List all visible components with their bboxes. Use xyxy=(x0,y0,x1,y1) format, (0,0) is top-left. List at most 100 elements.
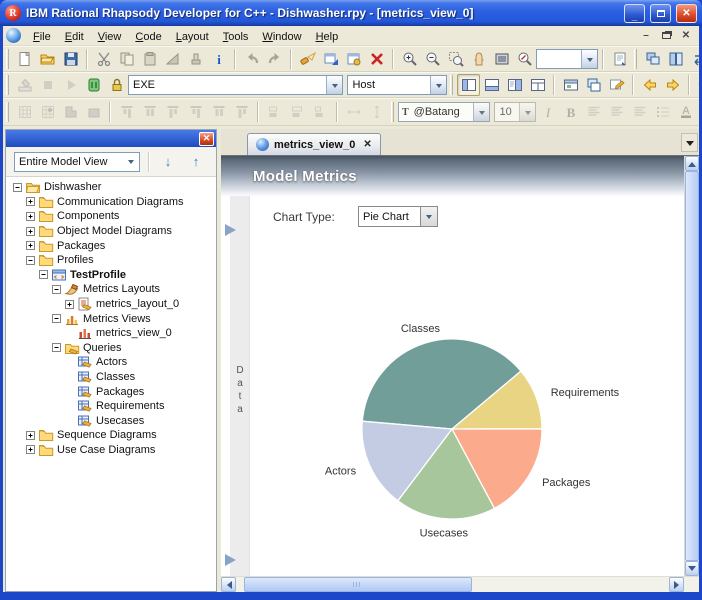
report-tool-button[interactable] xyxy=(342,48,365,70)
active-diagram-button[interactable] xyxy=(582,74,605,96)
make-target-button[interactable] xyxy=(82,74,105,96)
features-window-button[interactable] xyxy=(503,74,526,96)
font-size-combo-dropdown-button[interactable] xyxy=(519,103,536,121)
redo-button[interactable] xyxy=(263,48,286,70)
move-down-button[interactable]: ↓ xyxy=(158,152,178,172)
reroute-line-button[interactable] xyxy=(161,48,184,70)
toolbar-grip[interactable] xyxy=(634,49,637,69)
tree-item-sequence-diagrams[interactable]: Sequence Diagrams xyxy=(9,428,216,443)
lock-model-button[interactable] xyxy=(105,74,128,96)
fit-to-window-button[interactable] xyxy=(490,48,513,70)
expand-icon[interactable] xyxy=(26,430,35,440)
move-up-button[interactable]: ↑ xyxy=(186,152,206,172)
toolbar-grip[interactable] xyxy=(6,75,9,95)
mdi-minimize-button[interactable]: – xyxy=(637,28,655,43)
pan-hand-button[interactable] xyxy=(467,48,490,70)
menu-code[interactable]: Code xyxy=(128,29,168,45)
tree-item-packages[interactable]: Packages xyxy=(9,384,216,399)
forward-nav-button[interactable] xyxy=(661,74,684,96)
window-minimize-button[interactable]: _ xyxy=(624,3,645,23)
chart-type-combo[interactable]: Pie Chart xyxy=(358,206,438,227)
tree-item-metrics-layout-0[interactable]: metrics_layout_0 xyxy=(9,297,216,312)
output-window-button[interactable] xyxy=(480,74,503,96)
undo-button[interactable] xyxy=(240,48,263,70)
menu-edit[interactable]: Edit xyxy=(58,29,91,45)
search-flashlight-button[interactable] xyxy=(296,48,319,70)
menu-help[interactable]: Help xyxy=(309,29,346,45)
browser-toggle-button[interactable] xyxy=(457,74,481,96)
tab-metrics-view-0[interactable]: metrics_view_0 ✕ xyxy=(247,133,381,155)
expand-icon[interactable] xyxy=(26,241,35,251)
delete-from-model-button[interactable] xyxy=(365,48,388,70)
tree-item-actors[interactable]: Actors xyxy=(9,355,216,370)
tree-item-profiles[interactable]: Profiles xyxy=(9,253,216,268)
zoom-level-combo-dropdown-button[interactable] xyxy=(581,50,597,68)
panes-window-button[interactable] xyxy=(526,74,549,96)
format-tool-button[interactable] xyxy=(184,48,207,70)
collapse-icon[interactable] xyxy=(39,270,48,280)
tree-item-testprofile[interactable]: TestProfile xyxy=(9,268,216,283)
host-combo-dropdown-button[interactable] xyxy=(430,76,447,94)
font-size-combo[interactable]: 10 xyxy=(494,102,537,122)
expand-icon[interactable] xyxy=(26,211,35,221)
tree-item-communication-diagrams[interactable]: Communication Diagrams xyxy=(9,195,216,210)
scroll-right-button[interactable] xyxy=(669,577,684,592)
tree-item-packages[interactable]: Packages xyxy=(9,238,216,253)
mdi-close-button[interactable]: ✕ xyxy=(677,28,695,43)
tree-item-use-case-diagrams[interactable]: Use Case Diagrams xyxy=(9,443,216,458)
host-combo[interactable]: Host xyxy=(347,75,448,95)
window-close-button[interactable]: ✕ xyxy=(676,3,697,23)
font-family-combo-dropdown-button[interactable] xyxy=(473,103,489,121)
open-model-button[interactable] xyxy=(36,48,59,70)
expand-data-panel-top-arrow-icon[interactable] xyxy=(225,224,236,236)
tree-item-usecases[interactable]: Usecases xyxy=(9,414,216,429)
window-maximize-button[interactable] xyxy=(650,3,671,23)
tree-item-classes[interactable]: Classes xyxy=(9,370,216,385)
favorite-star-button[interactable] xyxy=(694,74,699,96)
cascade-windows-button[interactable] xyxy=(641,48,664,70)
collapse-icon[interactable] xyxy=(26,255,35,265)
zoom-custom-button[interactable] xyxy=(513,48,536,70)
horizontal-scroll-thumb[interactable] xyxy=(244,577,472,592)
tab-list-button[interactable] xyxy=(681,133,698,152)
toolbar-grip[interactable] xyxy=(6,102,9,122)
menu-layout[interactable]: Layout xyxy=(169,29,216,45)
menu-window[interactable]: Window xyxy=(255,29,308,45)
paste-button[interactable] xyxy=(138,48,161,70)
diagram-views-button[interactable] xyxy=(559,74,582,96)
expand-icon[interactable] xyxy=(26,197,35,207)
new-file-button[interactable] xyxy=(13,48,36,70)
tree-item-dishwasher[interactable]: Dishwasher xyxy=(9,180,216,195)
tree-item-metrics-view-0[interactable]: metrics_view_0 xyxy=(9,326,216,341)
tree-item-requirements[interactable]: Requirements xyxy=(9,399,216,414)
collapse-icon[interactable] xyxy=(13,182,22,192)
view-selector-dropdown-button[interactable] xyxy=(123,153,139,171)
tree-item-metrics-layouts[interactable]: Metrics Layouts xyxy=(9,282,216,297)
customize-pencil-button[interactable] xyxy=(605,74,628,96)
horizontal-scroll-track[interactable] xyxy=(236,577,669,592)
cut-button[interactable] xyxy=(92,48,115,70)
zoom-in-button[interactable] xyxy=(398,48,421,70)
copy-button[interactable] xyxy=(115,48,138,70)
configuration-combo-dropdown-button[interactable] xyxy=(326,76,342,94)
title-bar[interactable]: R IBM Rational Rhapsody Developer for C+… xyxy=(0,0,702,26)
arrange-windows-button[interactable] xyxy=(664,48,687,70)
zoom-level-combo[interactable] xyxy=(536,49,598,69)
toolbar-grip[interactable] xyxy=(450,75,454,95)
collapse-icon[interactable] xyxy=(52,284,61,294)
goto-diagram-button[interactable] xyxy=(319,48,342,70)
chart-type-dropdown-button[interactable] xyxy=(420,207,437,226)
vertical-scrollbar[interactable] xyxy=(684,156,699,576)
tree-item-metrics-views[interactable]: Metrics Views xyxy=(9,311,216,326)
configuration-combo[interactable]: EXE xyxy=(128,75,343,95)
save-button[interactable] xyxy=(59,48,82,70)
scroll-up-button[interactable] xyxy=(685,156,699,171)
tree-item-object-model-diagrams[interactable]: Object Model Diagrams xyxy=(9,224,216,239)
font-family-combo[interactable]: T @Batang xyxy=(398,102,490,122)
tab-close-icon[interactable]: ✕ xyxy=(363,139,371,150)
tree-item-queries[interactable]: Queries xyxy=(9,341,216,356)
zoom-area-button[interactable] xyxy=(444,48,467,70)
menu-view[interactable]: View xyxy=(91,29,129,45)
zoom-out-button[interactable] xyxy=(421,48,444,70)
scroll-left-button[interactable] xyxy=(221,577,236,592)
